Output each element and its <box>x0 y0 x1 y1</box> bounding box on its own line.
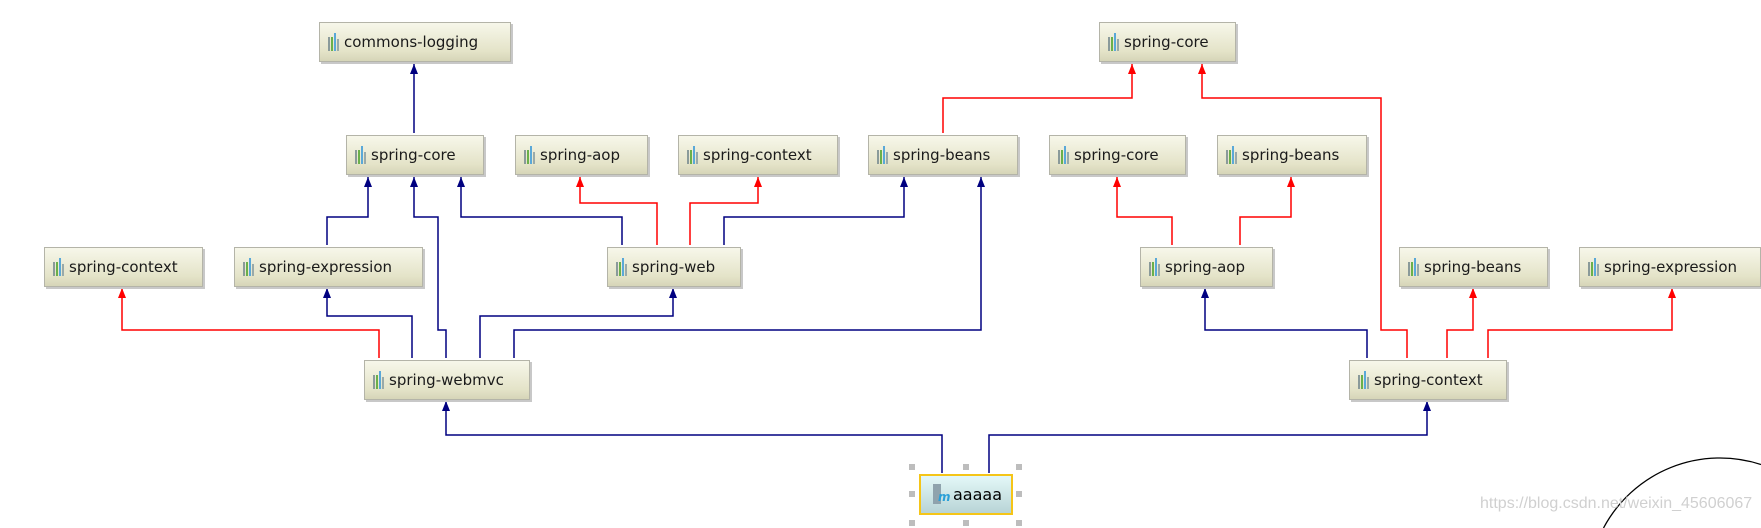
edge-expression-core <box>326 177 372 245</box>
selection-handle[interactable] <box>1016 520 1022 526</box>
node-label: spring-core <box>1074 146 1159 164</box>
selection-handle[interactable] <box>909 491 915 497</box>
node-label: spring-expression <box>259 258 393 276</box>
node-label: spring-core <box>1124 33 1209 51</box>
edge-aop-core <box>1113 177 1173 245</box>
selection-handle[interactable] <box>909 520 915 526</box>
selection-handle[interactable] <box>1016 464 1022 470</box>
node-label: spring-beans <box>1424 258 1522 276</box>
node-commons-logging[interactable]: commons-logging <box>319 22 511 62</box>
library-icon <box>243 258 254 276</box>
node-label: spring-beans <box>1242 146 1340 164</box>
module-icon: m <box>931 483 951 506</box>
node-spring-beans[interactable]: spring-beans <box>1399 247 1548 287</box>
edge-root-webmvc <box>442 401 943 473</box>
node-root-module[interactable]: m aaaaa <box>919 474 1013 515</box>
node-label: spring-context <box>703 146 812 164</box>
node-label: spring-core <box>371 146 456 164</box>
library-icon <box>328 33 339 51</box>
library-icon <box>53 258 64 276</box>
node-spring-context[interactable]: spring-context <box>44 247 203 287</box>
node-label: spring-aop <box>540 146 621 164</box>
library-icon <box>877 146 888 164</box>
selection-handle[interactable] <box>963 520 969 526</box>
node-spring-context[interactable]: spring-context <box>1349 360 1507 400</box>
library-icon <box>687 146 698 164</box>
library-icon <box>1226 146 1237 164</box>
node-spring-beans[interactable]: spring-beans <box>868 135 1018 175</box>
selection-handle[interactable] <box>1016 491 1022 497</box>
node-label: spring-context <box>69 258 178 276</box>
node-spring-aop[interactable]: spring-aop <box>515 135 648 175</box>
node-spring-context[interactable]: spring-context <box>678 135 838 175</box>
node-spring-core[interactable]: spring-core <box>1049 135 1186 175</box>
node-spring-web[interactable]: spring-web <box>607 247 741 287</box>
node-label: spring-web <box>632 258 716 276</box>
library-icon <box>1358 371 1369 389</box>
node-spring-expression[interactable]: spring-expression <box>1579 247 1761 287</box>
watermark: https://blog.csdn.net/weixin_45606067 <box>1480 495 1753 512</box>
dependency-diagram: commons-logging spring-core spring-aop s… <box>0 0 1761 528</box>
node-spring-core[interactable]: spring-core <box>346 135 484 175</box>
selection-handle[interactable] <box>909 464 915 470</box>
edge-context-expression <box>1487 288 1676 358</box>
node-label: aaaaa <box>953 485 1003 504</box>
library-icon <box>1588 258 1599 276</box>
library-icon <box>1408 258 1419 276</box>
cursor-circle <box>1602 457 1761 528</box>
selection-handle[interactable] <box>963 464 969 470</box>
node-label: spring-expression <box>1604 258 1738 276</box>
edge-context-core <box>1198 64 1408 358</box>
edge-root-context <box>988 401 1431 473</box>
node-label: commons-logging <box>344 33 479 51</box>
edge-webmvc-context <box>118 288 380 358</box>
node-label: spring-beans <box>893 146 991 164</box>
edge-context-aop <box>1201 288 1368 358</box>
library-icon <box>373 371 384 389</box>
node-spring-core[interactable]: spring-core <box>1099 22 1236 62</box>
library-icon <box>1149 258 1160 276</box>
library-icon <box>1108 33 1119 51</box>
library-icon <box>1058 146 1069 164</box>
node-spring-webmvc[interactable]: spring-webmvc <box>364 360 530 400</box>
edge-webmvc-expression <box>323 288 413 358</box>
library-icon <box>355 146 366 164</box>
edge-webmvc-beans <box>513 177 985 358</box>
edge-web-beans <box>723 177 908 245</box>
node-spring-beans[interactable]: spring-beans <box>1217 135 1367 175</box>
edge-webmvc-web <box>479 288 677 358</box>
node-label: spring-context <box>1374 371 1483 389</box>
edge-web-core <box>457 177 623 245</box>
node-label: spring-webmvc <box>389 371 504 389</box>
node-spring-aop[interactable]: spring-aop <box>1140 247 1273 287</box>
node-label: spring-aop <box>1165 258 1246 276</box>
library-icon <box>616 258 627 276</box>
edge-aop-beans <box>1239 177 1295 245</box>
edge-beans-core <box>942 64 1136 133</box>
node-spring-expression[interactable]: spring-expression <box>234 247 423 287</box>
edge-context-beans <box>1446 288 1477 358</box>
library-icon <box>524 146 535 164</box>
edge-web-aop <box>576 177 658 245</box>
